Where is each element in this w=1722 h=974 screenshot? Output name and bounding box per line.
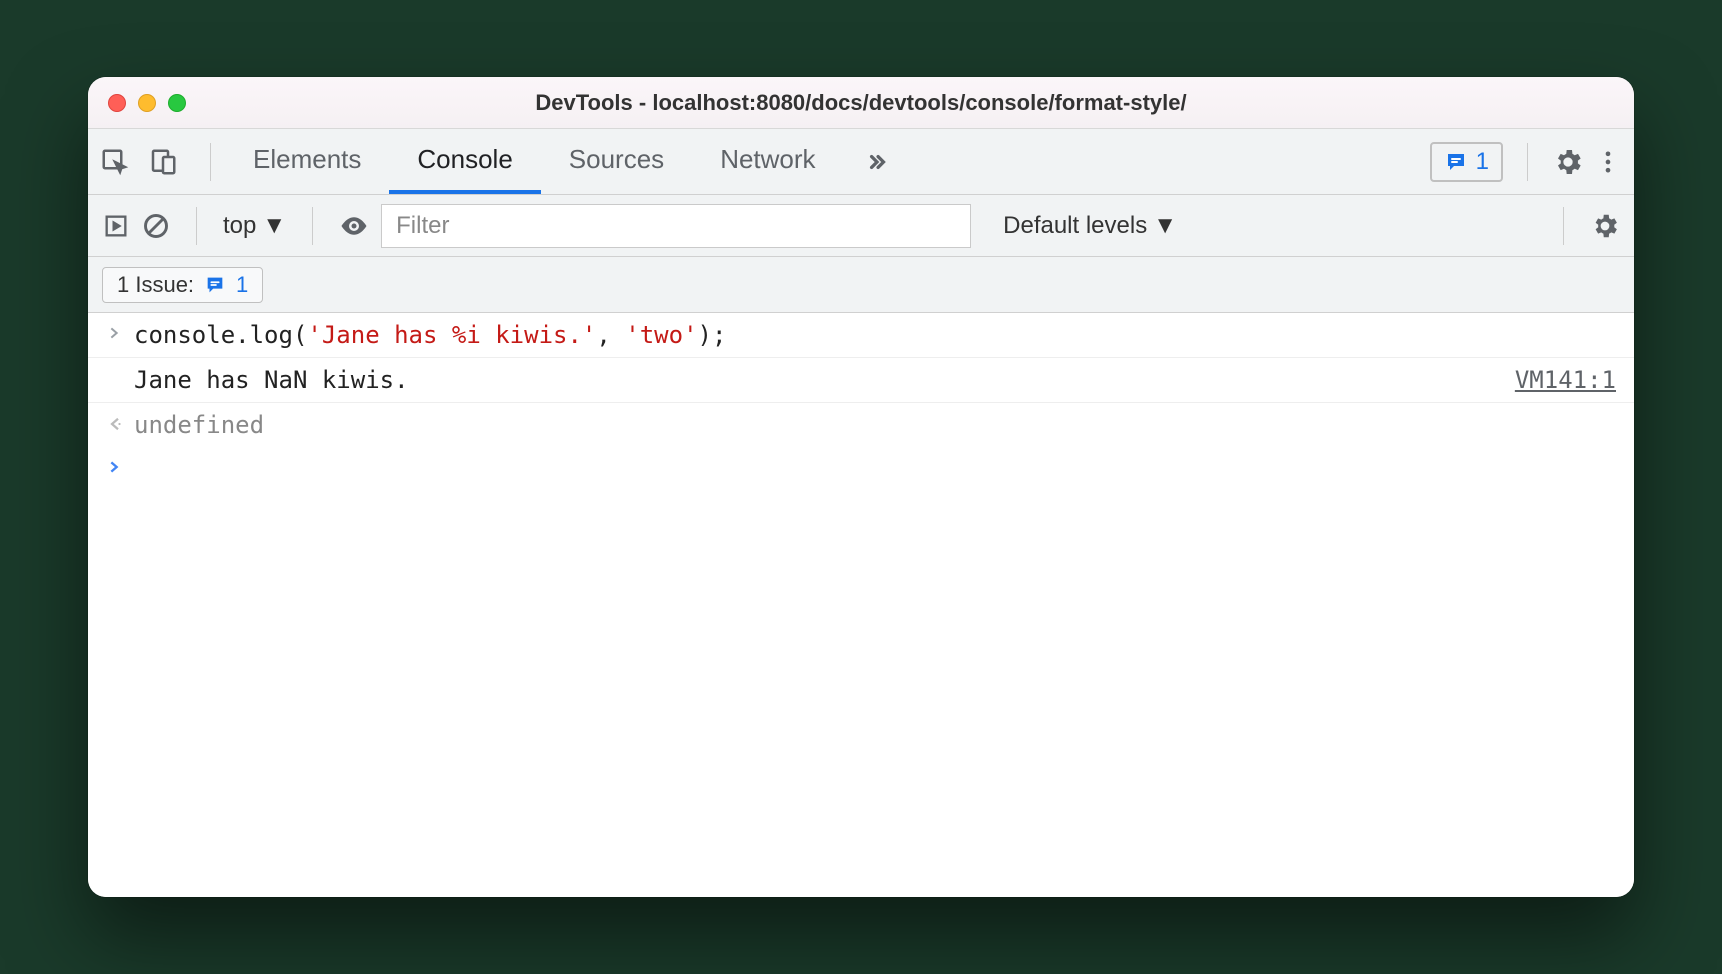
- log-levels-selector[interactable]: Default levels ▼: [1003, 212, 1177, 240]
- console-output-text: Jane has NaN kiwis.: [134, 366, 1515, 394]
- more-tabs-button[interactable]: [844, 129, 910, 194]
- panel-tabs: Elements Console Sources Network: [225, 129, 910, 194]
- device-toggle-icon[interactable]: [148, 147, 178, 177]
- message-icon: [204, 274, 226, 296]
- message-icon: [1444, 150, 1468, 174]
- return-chevron-icon: [106, 411, 134, 433]
- chevron-down-icon: ▼: [262, 212, 286, 240]
- divider: [1563, 207, 1564, 245]
- zoom-button[interactable]: [168, 94, 186, 112]
- console-toolbar: top ▼ Default levels ▼: [88, 195, 1634, 257]
- prompt-chevron-icon: [106, 455, 134, 475]
- live-expression-icon[interactable]: [339, 211, 369, 241]
- tab-console[interactable]: Console: [389, 129, 540, 194]
- code-token: );: [698, 321, 727, 349]
- tab-elements[interactable]: Elements: [225, 129, 389, 194]
- chevron-down-icon: ▼: [1153, 212, 1177, 240]
- issues-count: 1: [1476, 148, 1489, 176]
- divider: [210, 143, 211, 181]
- code-token: ,: [596, 321, 625, 349]
- code-string-token: 'Jane has %i kiwis.': [307, 321, 596, 349]
- console-output-row: Jane has NaN kiwis. VM141:1: [88, 358, 1634, 403]
- input-chevron-icon: [106, 321, 134, 341]
- more-options-icon[interactable]: [1594, 148, 1622, 176]
- context-selector[interactable]: top ▼: [223, 212, 286, 240]
- window-title: DevTools - localhost:8080/docs/devtools/…: [88, 90, 1634, 116]
- output-gutter: [106, 366, 134, 370]
- divider: [196, 207, 197, 245]
- console-settings-gear-icon[interactable]: [1590, 211, 1620, 241]
- divider: [1527, 143, 1528, 181]
- console-input-row: console.log('Jane has %i kiwis.', 'two')…: [88, 313, 1634, 358]
- inspect-icon[interactable]: [100, 147, 130, 177]
- console-input-code: console.log('Jane has %i kiwis.', 'two')…: [134, 321, 1616, 349]
- console-return-row: undefined: [88, 403, 1634, 447]
- issue-chip[interactable]: 1 Issue: 1: [102, 267, 263, 303]
- titlebar: DevTools - localhost:8080/docs/devtools/…: [88, 77, 1634, 129]
- close-button[interactable]: [108, 94, 126, 112]
- issues-badge[interactable]: 1: [1430, 142, 1503, 182]
- divider: [312, 207, 313, 245]
- clear-console-icon[interactable]: [142, 212, 170, 240]
- source-link[interactable]: VM141:1: [1515, 366, 1616, 394]
- console-return-value: undefined: [134, 411, 1616, 439]
- tab-network[interactable]: Network: [692, 129, 843, 194]
- levels-label: Default levels: [1003, 212, 1147, 240]
- issue-label: 1 Issue:: [117, 272, 194, 298]
- main-tabbar: Elements Console Sources Network 1: [88, 129, 1634, 195]
- issues-bar: 1 Issue: 1: [88, 257, 1634, 313]
- issue-count: 1: [236, 272, 248, 298]
- traffic-lights: [108, 94, 186, 112]
- filter-input[interactable]: [381, 204, 971, 248]
- tab-sources[interactable]: Sources: [541, 129, 692, 194]
- code-string-token: 'two': [625, 321, 697, 349]
- settings-gear-icon[interactable]: [1552, 146, 1584, 178]
- code-token: console.log(: [134, 321, 307, 349]
- console-prompt-row[interactable]: [88, 447, 1634, 483]
- devtools-window: DevTools - localhost:8080/docs/devtools/…: [88, 77, 1634, 897]
- context-label: top: [223, 212, 256, 240]
- toggle-drawer-icon[interactable]: [102, 212, 130, 240]
- console-output: console.log('Jane has %i kiwis.', 'two')…: [88, 313, 1634, 897]
- minimize-button[interactable]: [138, 94, 156, 112]
